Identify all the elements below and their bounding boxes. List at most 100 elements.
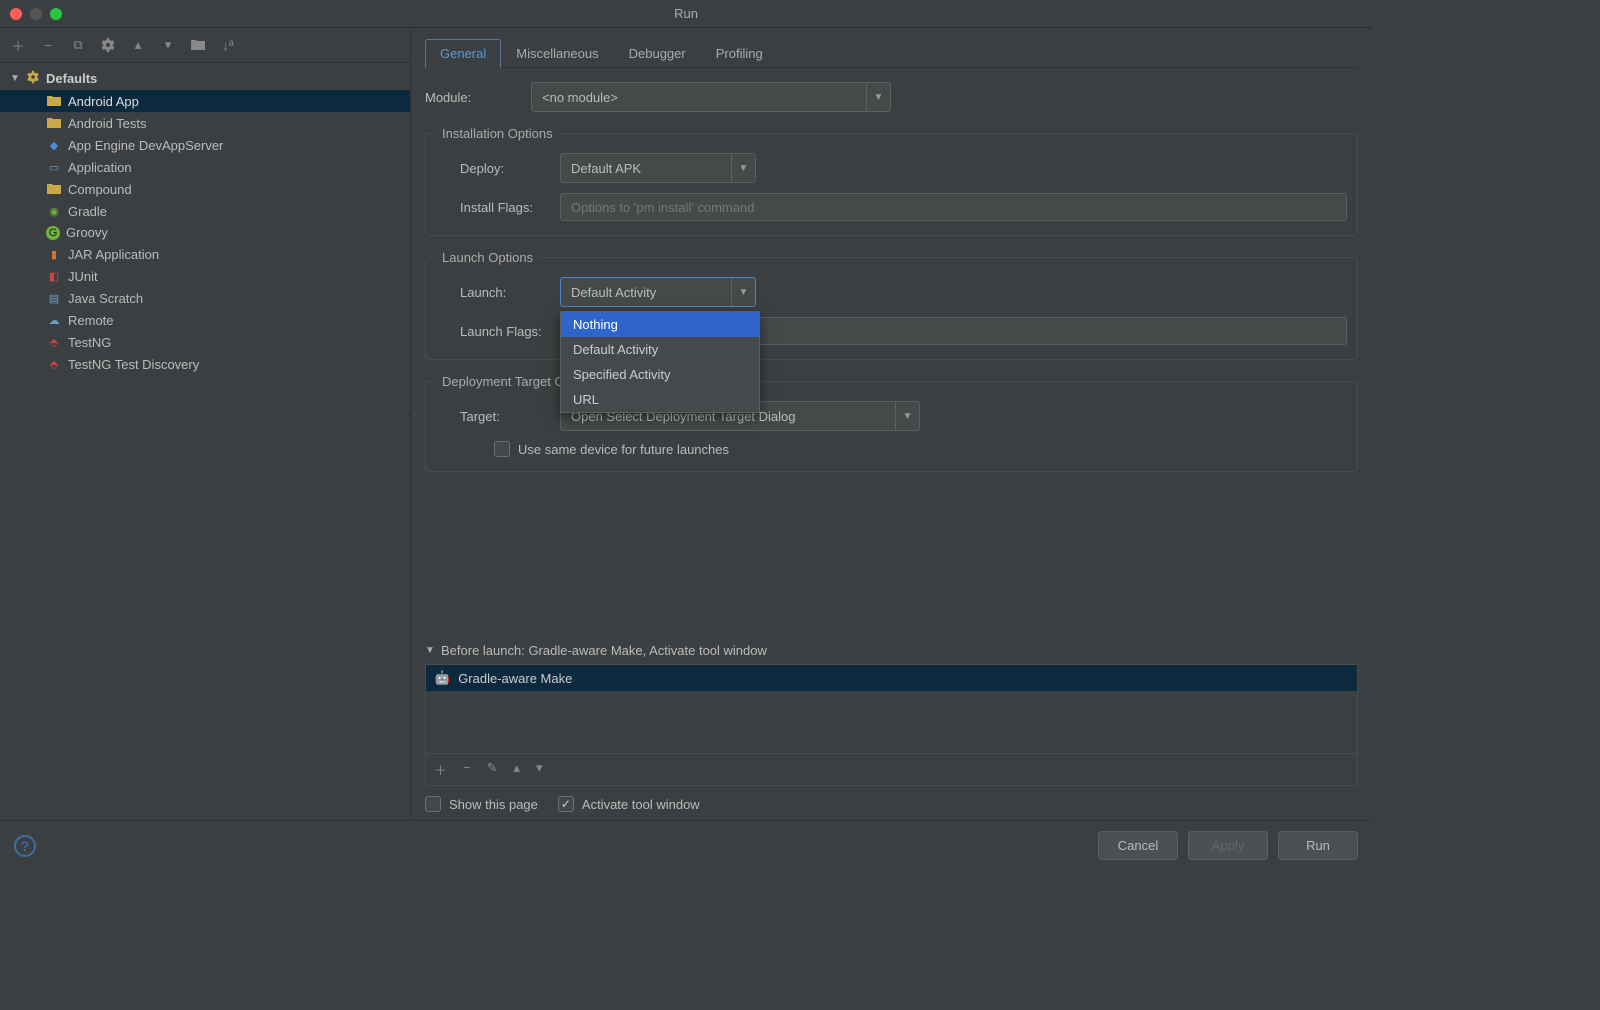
minimize-window-icon[interactable] xyxy=(30,8,42,20)
sidebar-item-label: Java Scratch xyxy=(68,291,143,306)
cancel-button[interactable]: Cancel xyxy=(1098,831,1178,860)
sidebar-item-label: JUnit xyxy=(68,269,98,284)
install-flags-label: Install Flags: xyxy=(460,200,550,215)
folder-icon xyxy=(46,181,62,197)
sort-icon[interactable]: ↓ª xyxy=(220,37,236,53)
use-same-device-checkbox[interactable] xyxy=(494,441,510,457)
sidebar-item-compound[interactable]: Compound xyxy=(0,178,410,200)
sidebar-item-groovy[interactable]: G Groovy xyxy=(0,222,410,243)
before-launch-item[interactable]: 🤖 Gradle-aware Make xyxy=(426,665,1357,691)
run-button[interactable]: Run xyxy=(1278,831,1358,860)
sidebar-item-jar[interactable]: ▮ JAR Application xyxy=(0,243,410,265)
install-flags-input[interactable] xyxy=(560,193,1347,221)
sidebar-item-label: Gradle xyxy=(68,204,107,219)
deploy-value: Default APK xyxy=(561,161,731,176)
run-config-window: Run ＋ − ⧉ ▴ ▾ ↓ª ▼ xyxy=(0,0,1372,870)
sidebar-item-gradle[interactable]: ◉ Gradle xyxy=(0,200,410,222)
activate-tool-window-checkbox[interactable] xyxy=(558,796,574,812)
launch-options: Launch Options Launch: Default Activity … xyxy=(425,250,1358,360)
help-icon[interactable]: ? xyxy=(14,835,36,857)
bottom-options: Show this page Activate tool window xyxy=(425,786,1358,820)
before-launch-item-label: Gradle-aware Make xyxy=(458,671,572,686)
expand-arrow-icon: ▼ xyxy=(425,645,435,656)
before-launch-title: Before launch: Gradle-aware Make, Activa… xyxy=(441,643,767,658)
chevron-down-icon: ▼ xyxy=(731,154,755,182)
settings-icon[interactable] xyxy=(100,37,116,53)
launch-row: Launch: Default Activity ▼ Nothing Defau… xyxy=(436,277,1347,307)
sidebar-item-junit[interactable]: ◧ JUnit xyxy=(0,265,410,287)
content-panel: General Miscellaneous Debugger Profiling… xyxy=(411,28,1372,820)
testng-icon: ⬘ xyxy=(46,334,62,350)
sidebar: ＋ − ⧉ ▴ ▾ ↓ª ▼ Defaults xyxy=(0,28,411,820)
sidebar-item-android-tests[interactable]: Android Tests xyxy=(0,112,410,134)
chevron-down-icon: ▼ xyxy=(895,402,919,430)
move-down-icon[interactable]: ▾ xyxy=(160,37,176,53)
tree-root-defaults[interactable]: ▼ Defaults xyxy=(0,67,410,90)
titlebar: Run xyxy=(0,0,1372,28)
module-row: Module: <no module> ▼ xyxy=(425,82,1358,112)
main-area: ＋ − ⧉ ▴ ▾ ↓ª ▼ Defaults xyxy=(0,28,1372,820)
module-label: Module: xyxy=(425,90,521,105)
launch-option-url[interactable]: URL xyxy=(561,387,759,412)
sidebar-item-java-scratch[interactable]: ▤ Java Scratch xyxy=(0,287,410,309)
launch-select[interactable]: Default Activity ▼ Nothing Default Activ… xyxy=(560,277,756,307)
sidebar-item-android-app[interactable]: Android App xyxy=(0,90,410,112)
edit-task-icon[interactable]: ✎ xyxy=(487,760,498,779)
chevron-down-icon: ▼ xyxy=(731,278,755,306)
tab-general[interactable]: General xyxy=(425,39,501,68)
remove-config-icon[interactable]: − xyxy=(40,37,56,53)
folder-icon[interactable] xyxy=(190,37,206,53)
sidebar-item-appengine[interactable]: ◆ App Engine DevAppServer xyxy=(0,134,410,156)
launch-option-default-activity[interactable]: Default Activity xyxy=(561,337,759,362)
target-label: Target: xyxy=(460,409,550,424)
add-config-icon[interactable]: ＋ xyxy=(10,37,26,53)
folder-android-icon xyxy=(46,93,62,109)
show-this-page-checkbox[interactable] xyxy=(425,796,441,812)
sidebar-item-application[interactable]: ▭ Application xyxy=(0,156,410,178)
app-icon: ▭ xyxy=(46,159,62,175)
launch-flags-label: Launch Flags: xyxy=(460,324,550,339)
move-down-icon[interactable]: ▾ xyxy=(536,760,543,779)
install-flags-row: Install Flags: xyxy=(436,193,1347,221)
module-select[interactable]: <no module> ▼ xyxy=(531,82,891,112)
sidebar-item-label: Remote xyxy=(68,313,114,328)
sidebar-item-label: JAR Application xyxy=(68,247,159,262)
sidebar-item-label: App Engine DevAppServer xyxy=(68,138,223,153)
apply-button[interactable]: Apply xyxy=(1188,831,1268,860)
deploy-select[interactable]: Default APK ▼ xyxy=(560,153,756,183)
groovy-icon: G xyxy=(46,226,60,240)
sidebar-item-testng[interactable]: ⬘ TestNG xyxy=(0,331,410,353)
android-icon: 🤖 xyxy=(434,670,450,686)
sidebar-item-label: Application xyxy=(68,160,132,175)
use-same-device-label: Use same device for future launches xyxy=(518,442,729,457)
sidebar-item-label: Android App xyxy=(68,94,139,109)
launch-option-specified-activity[interactable]: Specified Activity xyxy=(561,362,759,387)
maximize-window-icon[interactable] xyxy=(50,8,62,20)
add-task-icon[interactable]: ＋ xyxy=(434,760,447,779)
before-launch-section: ▼ Before launch: Gradle-aware Make, Acti… xyxy=(425,603,1358,820)
tab-debugger[interactable]: Debugger xyxy=(614,39,701,68)
sidebar-item-label: Compound xyxy=(68,182,132,197)
show-this-page-label: Show this page xyxy=(449,797,538,812)
sidebar-item-label: Groovy xyxy=(66,225,108,240)
tab-bar: General Miscellaneous Debugger Profiling xyxy=(425,38,1358,68)
before-launch-header[interactable]: ▼ Before launch: Gradle-aware Make, Acti… xyxy=(425,643,1358,664)
tab-miscellaneous[interactable]: Miscellaneous xyxy=(501,39,613,68)
junit-icon: ◧ xyxy=(46,268,62,284)
window-title: Run xyxy=(674,6,698,21)
tab-profiling[interactable]: Profiling xyxy=(701,39,778,68)
copy-config-icon[interactable]: ⧉ xyxy=(70,37,86,53)
footer: ? Cancel Apply Run xyxy=(0,820,1372,870)
remove-task-icon[interactable]: − xyxy=(463,760,471,779)
sidebar-toolbar: ＋ − ⧉ ▴ ▾ ↓ª xyxy=(0,28,410,63)
jar-icon: ▮ xyxy=(46,246,62,262)
sidebar-item-remote[interactable]: ☁ Remote xyxy=(0,309,410,331)
sidebar-item-testng-discovery[interactable]: ⬘ TestNG Test Discovery xyxy=(0,353,410,375)
launch-value: Default Activity xyxy=(561,285,731,300)
move-up-icon[interactable]: ▴ xyxy=(130,37,146,53)
folder-android-icon xyxy=(46,115,62,131)
launch-option-nothing[interactable]: Nothing xyxy=(561,312,759,337)
close-window-icon[interactable] xyxy=(10,8,22,20)
move-up-icon[interactable]: ▴ xyxy=(514,760,521,779)
deploy-row: Deploy: Default APK ▼ xyxy=(436,153,1347,183)
